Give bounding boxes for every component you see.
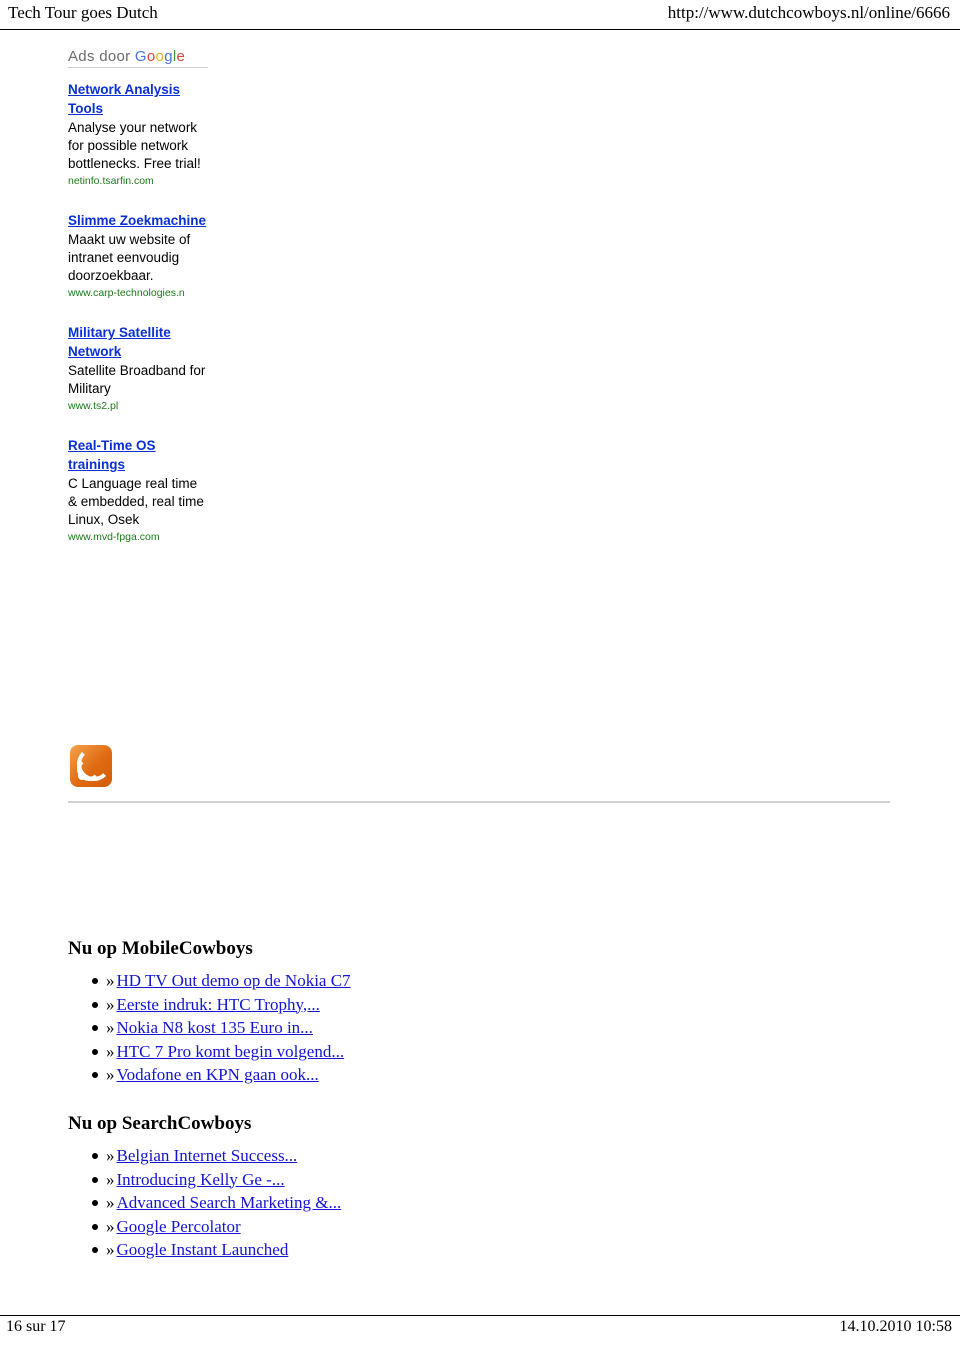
article-link[interactable]: HD TV Out demo op de Nokia C7: [117, 971, 351, 990]
ad-description: Satellite Broadband for Military: [68, 363, 206, 396]
print-timestamp: 14.10.2010 10:58: [839, 1318, 952, 1335]
google-logo-letter-o2: o: [155, 48, 165, 65]
article-link[interactable]: HTC 7 Pro komt begin volgend...: [117, 1042, 345, 1061]
ad-title-link[interactable]: Network Analysis Tools: [68, 80, 208, 118]
ad-title-link[interactable]: Military Satellite Network: [68, 323, 208, 361]
ad-description: Analyse your network for possible networ…: [68, 120, 201, 171]
ad-url[interactable]: www.carp-technologies.n: [68, 286, 208, 301]
article-link[interactable]: Advanced Search Marketing &...: [117, 1193, 342, 1212]
article-link[interactable]: Nokia N8 kost 135 Euro in...: [117, 1018, 313, 1037]
chevron-right-icon: »: [106, 994, 115, 1014]
ad-url[interactable]: netinfo.tsarfin.com: [68, 174, 208, 189]
google-logo-letter-g2: g: [164, 48, 173, 65]
chevron-right-icon: »: [106, 1065, 115, 1084]
ads-by-google-label: Ads door Google: [68, 48, 208, 68]
list-item: » Advanced Search Marketing &...: [92, 1192, 668, 1215]
list-item: » Eerste indruk: HTC Trophy,...: [92, 994, 668, 1017]
list-item: » HD TV Out demo op de Nokia C7: [92, 970, 668, 993]
article-link[interactable]: Google Percolator: [117, 1217, 241, 1236]
article-link[interactable]: Eerste indruk: HTC Trophy,...: [117, 995, 320, 1014]
searchcowboys-link-list: » Belgian Internet Success... » Introducin…: [68, 1145, 668, 1262]
google-logo-letter-e: e: [176, 48, 186, 65]
ad-item: Real-Time OS trainings C Language real t…: [68, 436, 208, 545]
list-item: » Nokia N8 kost 135 Euro in...: [92, 1017, 668, 1040]
chevron-right-icon: »: [106, 1216, 115, 1236]
page-header: Tech Tour goes Dutch http://www.dutchcow…: [0, 0, 960, 30]
ads-by-google-prefix: Ads door: [68, 48, 135, 65]
list-item: » HTC 7 Pro komt begin volgend...: [92, 1041, 668, 1064]
list-item: » Google Instant Launched: [92, 1239, 668, 1262]
page-footer: 16 sur 17 14.10.2010 10:58: [0, 1318, 960, 1342]
chevron-right-icon: »: [106, 1193, 115, 1212]
list-item: » Vodafone en KPN gaan ook...: [92, 1064, 668, 1087]
chevron-right-icon: »: [106, 1018, 115, 1037]
document-url: http://www.dutchcowboys.nl/online/6666: [667, 3, 950, 22]
list-item: » Google Percolator: [92, 1216, 668, 1239]
rss-arc-outer: [77, 747, 111, 781]
chevron-right-icon: »: [106, 971, 115, 990]
section-title: Nu op MobileCowboys: [68, 938, 253, 959]
list-item: » Introducing Kelly Ge -...: [92, 1169, 668, 1192]
document-title: Tech Tour goes Dutch: [8, 3, 158, 22]
ad-url[interactable]: www.ts2.pl: [68, 399, 208, 414]
chevron-right-icon: »: [106, 1041, 115, 1061]
google-logo-letter-g1: G: [134, 48, 147, 65]
section-mobilecowboys: Nu op MobileCowboys » HD TV Out demo op d…: [68, 938, 668, 1088]
article-link[interactable]: Belgian Internet Success...: [117, 1146, 298, 1165]
google-logo-letter-o1: o: [146, 48, 156, 65]
article-link[interactable]: Vodafone en KPN gaan ook...: [117, 1065, 319, 1084]
chevron-right-icon: »: [106, 1240, 115, 1259]
chevron-right-icon: »: [106, 1146, 115, 1165]
ad-title-link[interactable]: Real-Time OS trainings: [68, 436, 208, 474]
article-link[interactable]: Google Instant Launched: [117, 1240, 289, 1259]
article-link[interactable]: Introducing Kelly Ge -...: [117, 1170, 285, 1189]
ad-item: Network Analysis Tools Analyse your netw…: [68, 80, 208, 189]
rss-feed-icon[interactable]: [70, 745, 112, 787]
section-searchcowboys: Nu op SearchCowboys » Belgian Internet Su…: [68, 1113, 668, 1263]
content-divider: [68, 801, 890, 803]
ad-title-link[interactable]: Slimme Zoekmachine: [68, 211, 208, 230]
mobilecowboys-link-list: » HD TV Out demo op de Nokia C7 » Eerste i…: [68, 970, 668, 1087]
rss-icon-wrapper: [70, 745, 112, 787]
section-title: Nu op SearchCowboys: [68, 1113, 252, 1134]
google-ads-block: Ads door Google Network Analysis Tools A…: [68, 48, 288, 567]
footer-divider: [0, 1315, 960, 1316]
list-item: » Belgian Internet Success...: [92, 1145, 668, 1168]
ad-description: Maakt uw website of intranet eenvoudig d…: [68, 232, 191, 283]
page-indicator: 16 sur 17: [6, 1318, 66, 1335]
header-divider: [0, 29, 960, 30]
ad-url[interactable]: www.mvd-fpga.com: [68, 530, 208, 545]
ad-item: Slimme Zoekmachine Maakt uw website of i…: [68, 211, 208, 301]
ad-description: C Language real time & embedded, real ti…: [68, 476, 204, 527]
ad-item: Military Satellite Network Satellite Bro…: [68, 323, 208, 414]
chevron-right-icon: »: [106, 1169, 115, 1189]
